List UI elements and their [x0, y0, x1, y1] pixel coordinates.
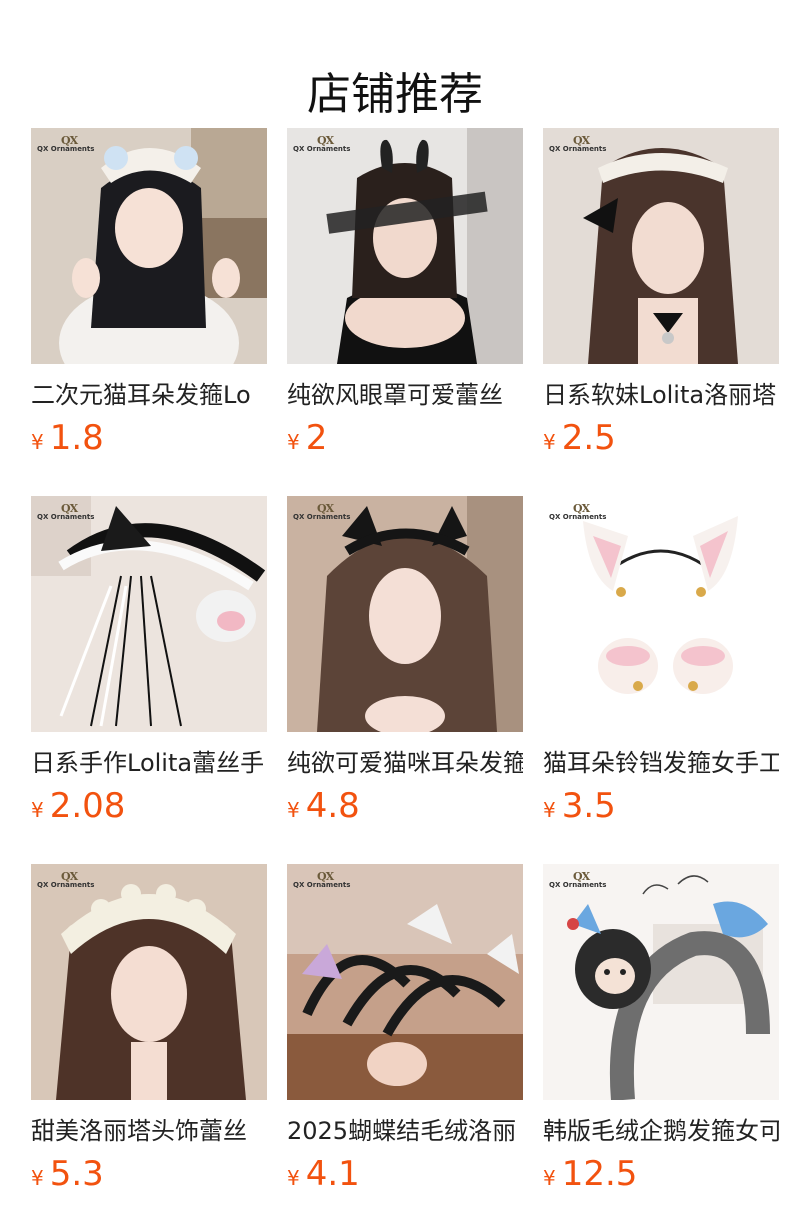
product-photo: [287, 496, 523, 732]
product-photo: [31, 496, 267, 732]
currency-symbol: ¥: [31, 430, 44, 454]
product-title[interactable]: 纯欲可爱猫咪耳朵发箍: [287, 746, 523, 780]
brand-watermark: QX QX Ornaments: [549, 502, 607, 521]
product-price: ¥5.3: [31, 1154, 267, 1194]
product-photo: [543, 496, 779, 732]
product-card[interactable]: QX QX Ornaments 2025蝴蝶结毛绒洛丽 ¥4.1: [287, 864, 523, 1194]
product-image[interactable]: QX QX Ornaments: [543, 864, 779, 1100]
product-price: ¥3.5: [543, 786, 779, 826]
product-card[interactable]: QX QX Ornaments 甜美洛丽塔头饰蕾丝 ¥5.3: [31, 864, 267, 1194]
product-photo: [543, 864, 779, 1100]
product-card[interactable]: QX QX Ornaments 纯欲可爱猫咪耳朵发箍 ¥4.8: [287, 496, 523, 826]
product-price: ¥4.1: [287, 1154, 523, 1194]
product-card[interactable]: QX QX Ornaments 纯欲风眼罩可爱蕾丝 ¥2: [287, 128, 523, 458]
brand-watermark: QX QX Ornaments: [293, 502, 351, 521]
product-image[interactable]: QX QX Ornaments: [543, 128, 779, 364]
product-image[interactable]: QX QX Ornaments: [31, 864, 267, 1100]
price-amount: 2.5: [561, 418, 616, 458]
price-amount: 2.08: [49, 786, 126, 826]
product-photo: [543, 128, 779, 364]
currency-symbol: ¥: [287, 798, 300, 822]
product-title[interactable]: 猫耳朵铃铛发箍女手工: [543, 746, 779, 780]
product-card[interactable]: QX QX Ornaments 日系手作Lolita蕾丝手 ¥2.08: [31, 496, 267, 826]
product-title[interactable]: 韩版毛绒企鹅发箍女可: [543, 1114, 779, 1148]
price-amount: 3.5: [561, 786, 616, 826]
product-title[interactable]: 甜美洛丽塔头饰蕾丝: [31, 1114, 267, 1148]
product-title[interactable]: 2025蝴蝶结毛绒洛丽: [287, 1114, 523, 1148]
product-card[interactable]: QX QX Ornaments 二次元猫耳朵发箍Lo ¥1.8: [31, 128, 267, 458]
product-title[interactable]: 日系手作Lolita蕾丝手: [31, 746, 267, 780]
price-amount: 1.8: [49, 418, 104, 458]
price-amount: 2: [305, 418, 328, 458]
product-card[interactable]: QX QX Ornaments 日系软妹Lolita洛丽塔 ¥2.5: [543, 128, 779, 458]
product-price: ¥12.5: [543, 1154, 779, 1194]
price-amount: 12.5: [561, 1154, 638, 1194]
currency-symbol: ¥: [543, 430, 556, 454]
brand-watermark: QX QX Ornaments: [549, 870, 607, 889]
product-price: ¥4.8: [287, 786, 523, 826]
product-image[interactable]: QX QX Ornaments: [543, 496, 779, 732]
currency-symbol: ¥: [543, 1166, 556, 1190]
brand-watermark: QX QX Ornaments: [549, 134, 607, 153]
currency-symbol: ¥: [543, 798, 556, 822]
brand-watermark: QX QX Ornaments: [293, 134, 351, 153]
brand-watermark: QX QX Ornaments: [37, 134, 95, 153]
currency-symbol: ¥: [287, 430, 300, 454]
product-photo: [287, 864, 523, 1100]
currency-symbol: ¥: [31, 798, 44, 822]
product-card[interactable]: QX QX Ornaments 猫耳朵铃铛发箍女手工 ¥3.5: [543, 496, 779, 826]
currency-symbol: ¥: [31, 1166, 44, 1190]
product-photo: [31, 864, 267, 1100]
currency-symbol: ¥: [287, 1166, 300, 1190]
product-title[interactable]: 日系软妹Lolita洛丽塔: [543, 378, 779, 412]
product-price: ¥2: [287, 418, 523, 458]
product-title[interactable]: 纯欲风眼罩可爱蕾丝: [287, 378, 523, 412]
product-title[interactable]: 二次元猫耳朵发箍Lo: [31, 378, 267, 412]
product-photo: [31, 128, 267, 364]
product-photo: [287, 128, 523, 364]
price-amount: 4.8: [305, 786, 360, 826]
price-amount: 4.1: [305, 1154, 360, 1194]
product-image[interactable]: QX QX Ornaments: [31, 128, 267, 364]
product-image[interactable]: QX QX Ornaments: [287, 864, 523, 1100]
product-image[interactable]: QX QX Ornaments: [287, 496, 523, 732]
product-image[interactable]: QX QX Ornaments: [287, 128, 523, 364]
product-price: ¥2.08: [31, 786, 267, 826]
price-amount: 5.3: [49, 1154, 104, 1194]
brand-watermark: QX QX Ornaments: [293, 870, 351, 889]
product-price: ¥2.5: [543, 418, 779, 458]
product-image[interactable]: QX QX Ornaments: [31, 496, 267, 732]
brand-watermark: QX QX Ornaments: [37, 502, 95, 521]
brand-watermark: QX QX Ornaments: [37, 870, 95, 889]
product-card[interactable]: QX QX Ornaments 韩版毛绒企鹅发箍女可 ¥12.5: [543, 864, 779, 1194]
page-title: 店铺推荐: [307, 69, 483, 121]
product-price: ¥1.8: [31, 418, 267, 458]
